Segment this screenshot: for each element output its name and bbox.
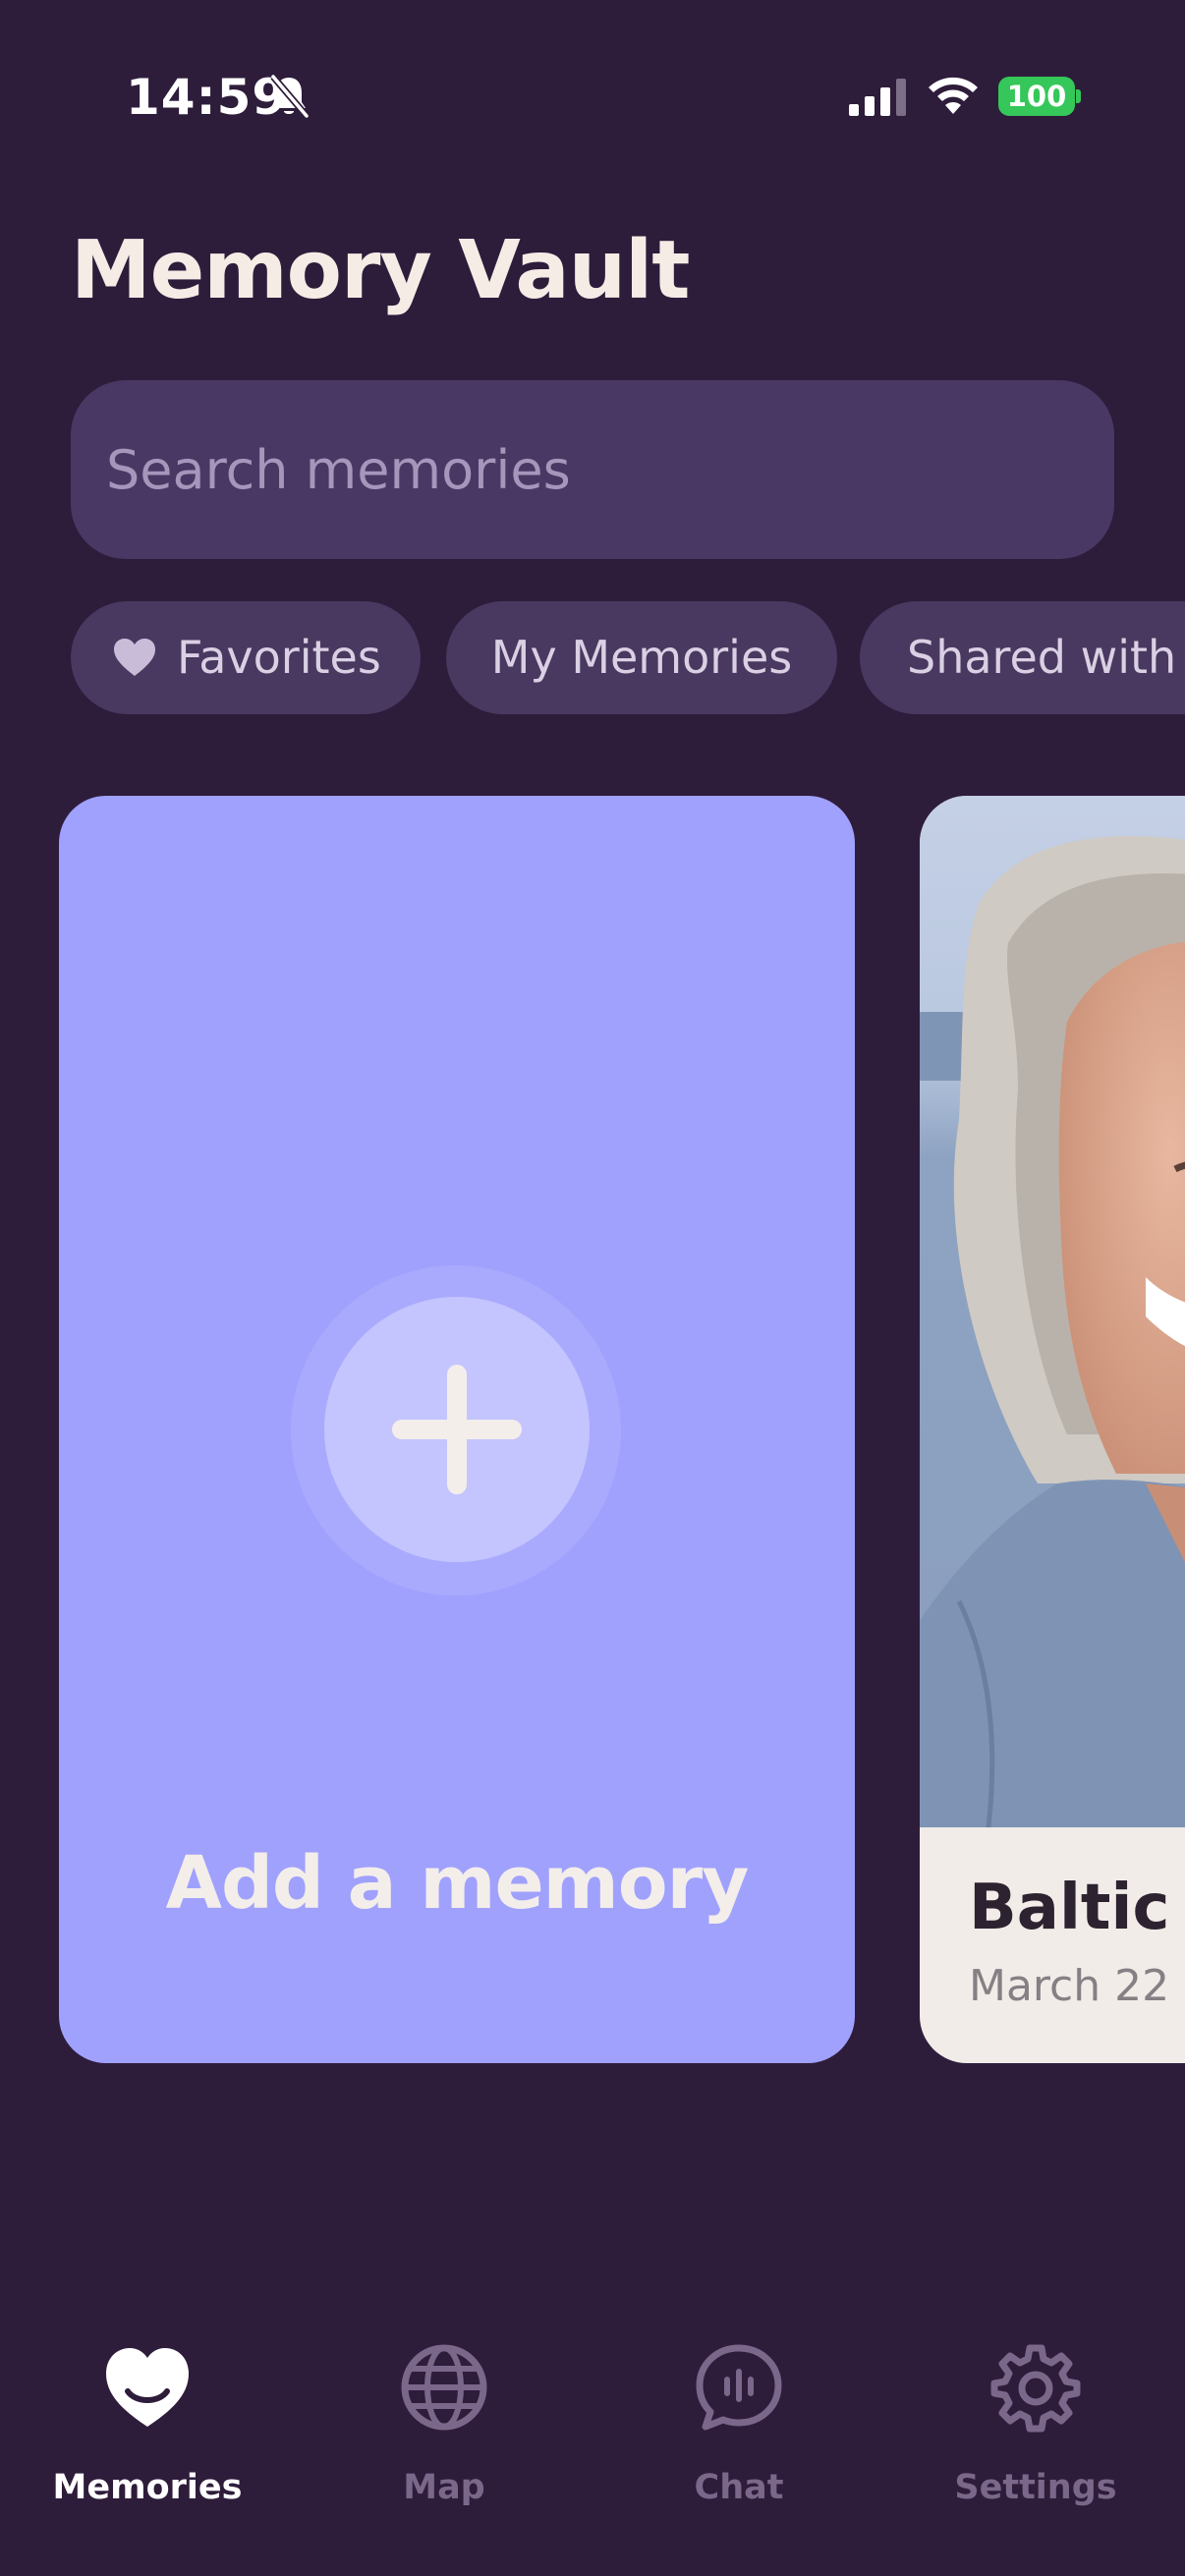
heart-icon	[114, 639, 155, 676]
chat-bubble-icon	[696, 2344, 782, 2431]
memory-date: March 22	[969, 1961, 1170, 2011]
bell-muted-icon	[270, 74, 310, 119]
tab-bar: Memories Map Chat Settings	[0, 2319, 1185, 2576]
status-bar: 14:59 100	[0, 0, 1185, 196]
page-title: Memory Vault	[71, 224, 690, 317]
filter-chip-my-memories[interactable]: My Memories	[446, 601, 837, 714]
tab-chat[interactable]: Chat	[621, 2342, 857, 2539]
globe-icon	[401, 2344, 487, 2431]
filter-chip-shared-with[interactable]: Shared with	[860, 601, 1185, 714]
memory-vault-screen: 14:59 100 Memory Vault Search memories F…	[0, 0, 1185, 2576]
battery-level: 100	[1006, 80, 1067, 113]
memory-card[interactable]: Baltic S March 22	[920, 796, 1185, 2063]
status-time: 14:59	[126, 69, 288, 126]
search-box[interactable]	[71, 380, 1114, 559]
battery-indicator: 100	[998, 77, 1081, 116]
add-memory-label: Add a memory	[165, 1841, 750, 1926]
tab-label: Memories	[52, 2468, 243, 2507]
filter-chip-favorites[interactable]: Favorites	[71, 601, 421, 714]
tab-label: Settings	[954, 2468, 1117, 2507]
battery-tip	[1076, 89, 1081, 103]
filter-chip-label: Favorites	[177, 631, 381, 684]
tab-settings[interactable]: Settings	[918, 2342, 1154, 2539]
add-memory-card[interactable]: Add a memory	[59, 796, 855, 2063]
cellular-signal-icon	[849, 79, 906, 116]
tab-label: Map	[403, 2468, 485, 2507]
plus-icon	[392, 1365, 522, 1494]
filter-chips: Favorites My Memories Shared with	[71, 601, 1185, 714]
search-input[interactable]	[106, 380, 1079, 559]
tab-memories[interactable]: Memories	[29, 2342, 265, 2539]
wifi-icon	[929, 77, 978, 114]
tab-label: Chat	[694, 2468, 784, 2507]
filter-chip-label: My Memories	[490, 631, 793, 684]
add-memory-button[interactable]	[324, 1297, 590, 1562]
memory-title: Baltic S	[969, 1872, 1185, 1944]
heart-smile-icon	[106, 2348, 189, 2427]
gear-icon	[990, 2344, 1081, 2433]
filter-chip-label: Shared with	[907, 631, 1177, 684]
memory-photo	[920, 796, 1185, 1827]
tab-map[interactable]: Map	[326, 2342, 562, 2539]
